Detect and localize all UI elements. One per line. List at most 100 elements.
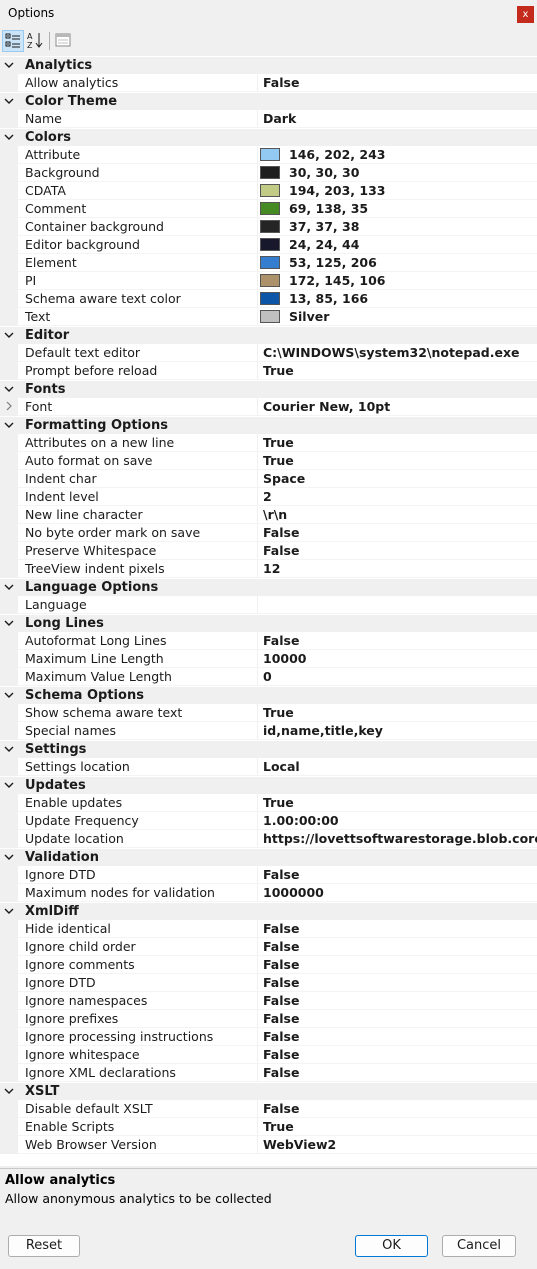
- property-value[interactable]: 194, 203, 133: [289, 183, 385, 198]
- collapse-chevron-icon[interactable]: [4, 1086, 14, 1096]
- property-row[interactable]: Maximum nodes for validation 1000000: [0, 884, 537, 902]
- property-row[interactable]: Autoformat Long Lines False: [0, 632, 537, 650]
- category-color-theme[interactable]: Color Theme: [0, 92, 537, 110]
- property-row[interactable]: Attribute 146, 202, 243: [0, 146, 537, 164]
- property-value[interactable]: Courier New, 10pt: [263, 399, 390, 414]
- category-colors[interactable]: Colors: [0, 128, 537, 146]
- property-value[interactable]: 24, 24, 44: [289, 237, 359, 252]
- property-value[interactable]: WebView2: [263, 1137, 336, 1152]
- property-row[interactable]: Allow analytics False: [0, 74, 537, 92]
- close-button[interactable]: x: [517, 6, 534, 23]
- collapse-chevron-icon[interactable]: [4, 906, 14, 916]
- alphabetical-sort-button[interactable]: A Z: [25, 30, 47, 52]
- property-value[interactable]: 10000: [263, 651, 307, 666]
- collapse-chevron-icon[interactable]: [4, 852, 14, 862]
- property-row[interactable]: Font Courier New, 10pt: [0, 398, 537, 416]
- property-row[interactable]: Update Frequency 1.00:00:00: [0, 812, 537, 830]
- property-value[interactable]: False: [263, 1029, 299, 1044]
- property-row[interactable]: Comment 69, 138, 35: [0, 200, 537, 218]
- property-value[interactable]: 1000000: [263, 885, 324, 900]
- property-row[interactable]: Editor background 24, 24, 44: [0, 236, 537, 254]
- collapse-chevron-icon[interactable]: [4, 132, 14, 142]
- property-value[interactable]: True: [263, 1119, 294, 1134]
- collapse-chevron-icon[interactable]: [4, 96, 14, 106]
- property-row[interactable]: Indent char Space: [0, 470, 537, 488]
- category-validation[interactable]: Validation: [0, 848, 537, 866]
- property-value[interactable]: False: [263, 1065, 299, 1080]
- collapse-chevron-icon[interactable]: [4, 582, 14, 592]
- property-value[interactable]: False: [263, 975, 299, 990]
- property-row[interactable]: Schema aware text color 13, 85, 166: [0, 290, 537, 308]
- property-value[interactable]: 53, 125, 206: [289, 255, 377, 270]
- category-xslt[interactable]: XSLT: [0, 1082, 537, 1100]
- category-xmldiff[interactable]: XmlDiff: [0, 902, 537, 920]
- property-value[interactable]: C:\WINDOWS\system32\notepad.exe: [263, 345, 520, 360]
- property-row[interactable]: Maximum Line Length 10000: [0, 650, 537, 668]
- collapse-chevron-icon[interactable]: [4, 780, 14, 790]
- property-row[interactable]: Web Browser Version WebView2: [0, 1136, 537, 1154]
- expand-chevron-icon[interactable]: [5, 401, 13, 411]
- category-updates[interactable]: Updates: [0, 776, 537, 794]
- property-value[interactable]: 12: [263, 561, 280, 576]
- property-row[interactable]: CDATA 194, 203, 133: [0, 182, 537, 200]
- property-value[interactable]: Dark: [263, 111, 296, 126]
- property-row[interactable]: Show schema aware text True: [0, 704, 537, 722]
- property-row[interactable]: Ignore processing instructions False: [0, 1028, 537, 1046]
- property-value[interactable]: 0: [263, 669, 272, 684]
- property-row[interactable]: Maximum Value Length 0: [0, 668, 537, 686]
- property-row[interactable]: Element 53, 125, 206: [0, 254, 537, 272]
- property-row[interactable]: Attributes on a new line True: [0, 434, 537, 452]
- collapse-chevron-icon[interactable]: [4, 330, 14, 340]
- property-value[interactable]: 1.00:00:00: [263, 813, 339, 828]
- collapse-chevron-icon[interactable]: [4, 420, 14, 430]
- property-row[interactable]: Ignore namespaces False: [0, 992, 537, 1010]
- property-value[interactable]: True: [263, 435, 294, 450]
- property-row[interactable]: Auto format on save True: [0, 452, 537, 470]
- property-row[interactable]: Ignore XML declarations False: [0, 1064, 537, 1082]
- collapse-chevron-icon[interactable]: [4, 744, 14, 754]
- property-row[interactable]: Name Dark: [0, 110, 537, 128]
- property-row[interactable]: Hide identical False: [0, 920, 537, 938]
- property-row[interactable]: Ignore DTD False: [0, 866, 537, 884]
- property-value[interactable]: id,name,title,key: [263, 723, 383, 738]
- property-value[interactable]: False: [263, 1047, 299, 1062]
- property-row[interactable]: Preserve Whitespace False: [0, 542, 537, 560]
- property-value[interactable]: False: [263, 1011, 299, 1026]
- category-long-lines[interactable]: Long Lines: [0, 614, 537, 632]
- category-analytics[interactable]: Analytics: [0, 56, 537, 74]
- property-row[interactable]: New line character \r\n: [0, 506, 537, 524]
- property-grid[interactable]: Analytics Allow analytics False Color Theme…: [0, 56, 537, 1166]
- property-row[interactable]: Ignore prefixes False: [0, 1010, 537, 1028]
- category-schema-options[interactable]: Schema Options: [0, 686, 537, 704]
- property-row[interactable]: Enable updates True: [0, 794, 537, 812]
- property-row[interactable]: PI 172, 145, 106: [0, 272, 537, 290]
- property-row[interactable]: Ignore whitespace False: [0, 1046, 537, 1064]
- property-value[interactable]: False: [263, 993, 299, 1008]
- property-row[interactable]: Special names id,name,title,key: [0, 722, 537, 740]
- property-value[interactable]: False: [263, 939, 299, 954]
- property-value[interactable]: False: [263, 633, 299, 648]
- category-formatting-options[interactable]: Formatting Options: [0, 416, 537, 434]
- property-value[interactable]: 30, 30, 30: [289, 165, 359, 180]
- property-value[interactable]: False: [263, 1101, 299, 1116]
- property-row[interactable]: Text Silver: [0, 308, 537, 326]
- category-settings[interactable]: Settings: [0, 740, 537, 758]
- category-editor[interactable]: Editor: [0, 326, 537, 344]
- property-value[interactable]: Space: [263, 471, 305, 486]
- property-value[interactable]: Silver: [289, 309, 329, 324]
- property-value[interactable]: 2: [263, 489, 272, 504]
- property-row[interactable]: Ignore comments False: [0, 956, 537, 974]
- property-value[interactable]: 172, 145, 106: [289, 273, 385, 288]
- property-row[interactable]: Default text editor C:\WINDOWS\system32\n…: [0, 344, 537, 362]
- property-row[interactable]: Indent level 2: [0, 488, 537, 506]
- property-value[interactable]: https://lovettsoftwarestorage.blob.core.…: [263, 831, 537, 846]
- property-value[interactable]: 146, 202, 243: [289, 147, 385, 162]
- property-value[interactable]: 69, 138, 35: [289, 201, 368, 216]
- collapse-chevron-icon[interactable]: [4, 690, 14, 700]
- property-row[interactable]: Prompt before reload True: [0, 362, 537, 380]
- property-value[interactable]: True: [263, 705, 294, 720]
- collapse-chevron-icon[interactable]: [4, 618, 14, 628]
- property-value[interactable]: False: [263, 543, 299, 558]
- property-value[interactable]: 13, 85, 166: [289, 291, 368, 306]
- collapse-chevron-icon[interactable]: [4, 384, 14, 394]
